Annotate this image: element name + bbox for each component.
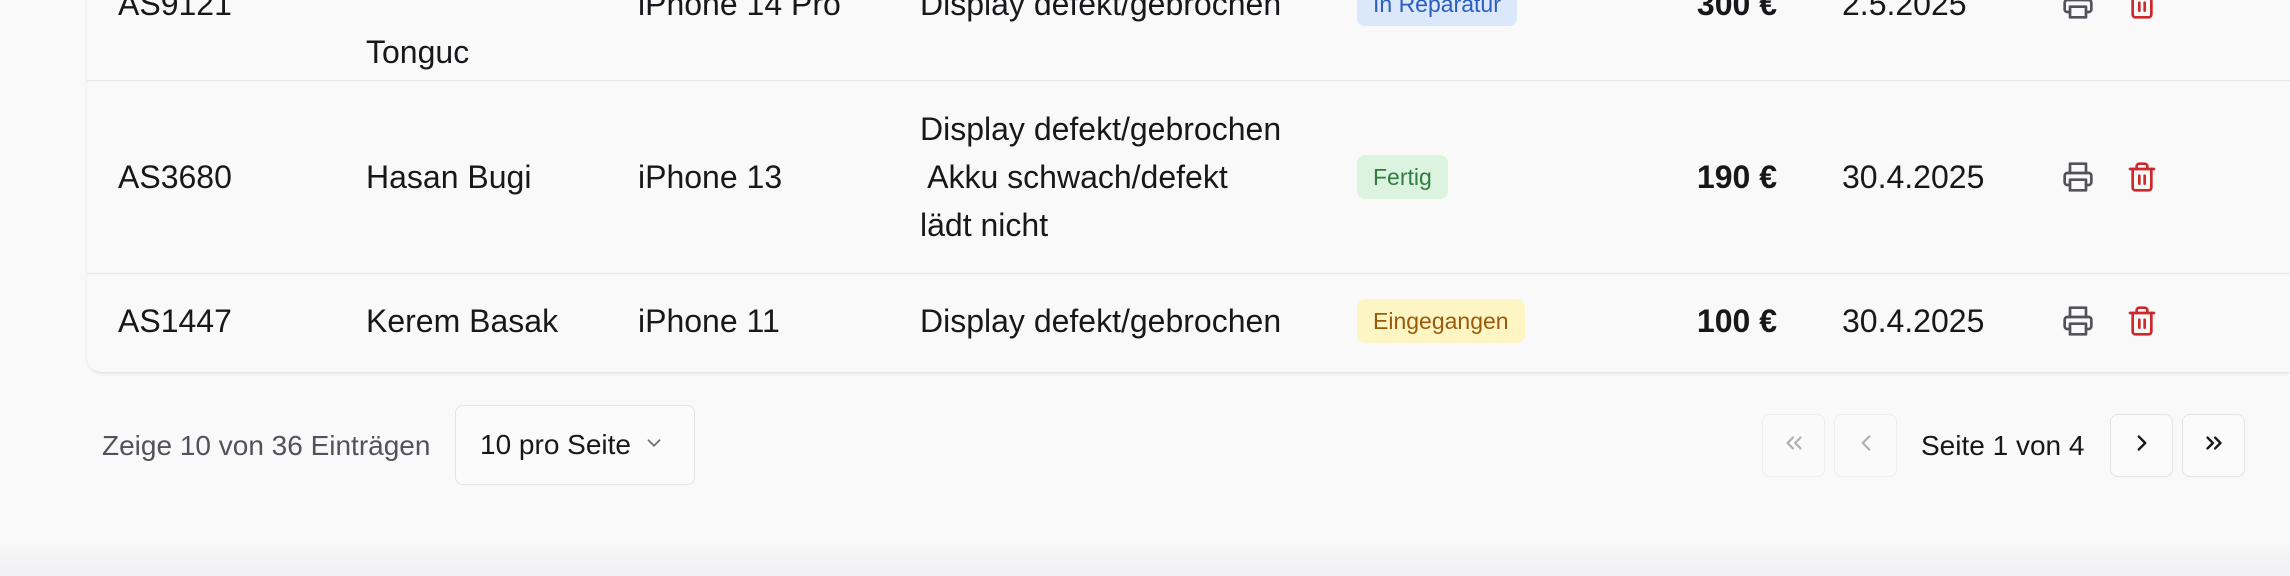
page-bottom-edge	[0, 548, 2290, 576]
first-page-button[interactable]	[1762, 414, 1825, 477]
date-cell: 30.4.2025	[1842, 303, 1985, 339]
printer-icon[interactable]	[2058, 0, 2098, 24]
orders-table: AS9121 Tonguc iPhone 14 Pro Display defe…	[87, 0, 2290, 372]
order-id-cell: AS9121	[118, 0, 232, 22]
printer-icon[interactable]	[2058, 157, 2098, 197]
printer-icon[interactable]	[2058, 301, 2098, 341]
trash-icon[interactable]	[2122, 157, 2162, 197]
device-cell: iPhone 11	[638, 303, 780, 339]
previous-page-button[interactable]	[1834, 414, 1897, 477]
chevrons-right-icon	[2201, 430, 2227, 461]
issue-cell: Display defekt/gebrochen	[920, 0, 1282, 22]
last-page-button[interactable]	[2182, 414, 2245, 477]
trash-icon[interactable]	[2122, 0, 2162, 24]
page-size-value: 10 pro Seite	[480, 429, 631, 460]
trash-icon[interactable]	[2122, 301, 2162, 341]
chevrons-left-icon	[1781, 430, 1807, 461]
issue-cell: Display defekt/gebrochen	[920, 303, 1282, 339]
order-id-cell: AS1447	[118, 303, 232, 339]
date-cell: 2.5.2025	[1842, 0, 1967, 22]
issue-cell: Display defekt/gebrochen Akku schwach/de…	[920, 111, 1282, 243]
table-row[interactable]: AS1447 Kerem Basak iPhone 11 Display def…	[87, 274, 2290, 372]
chevron-left-icon	[1853, 430, 1879, 461]
entries-count-text: Zeige 10 von 36 Einträgen	[102, 430, 431, 461]
customer-cell: Hasan Bugi	[366, 159, 532, 195]
device-cell: iPhone 14 Pro	[638, 0, 841, 22]
table-row[interactable]: AS9121 Tonguc iPhone 14 Pro Display defe…	[87, 0, 2290, 81]
device-cell: iPhone 13	[638, 159, 783, 195]
price-cell: 190 €	[1696, 159, 1777, 195]
chevron-right-icon	[2129, 430, 2155, 461]
order-id-cell: AS3680	[118, 159, 232, 195]
status-badge: In Reparatur	[1357, 0, 1517, 26]
page-info: Seite 1 von 4	[1921, 430, 2085, 461]
page-size-select[interactable]: 10 pro Seite	[455, 405, 695, 485]
date-cell: 30.4.2025	[1842, 159, 1985, 195]
status-badge: Fertig	[1357, 155, 1448, 199]
customer-cell: Tonguc	[366, 34, 470, 70]
table-row[interactable]: AS3680 Hasan Bugi iPhone 13 Display defe…	[87, 81, 2290, 274]
price-cell: 300 €	[1696, 0, 1777, 22]
next-page-button[interactable]	[2110, 414, 2173, 477]
customer-cell: Kerem Basak	[366, 303, 559, 339]
status-badge: Eingegangen	[1357, 299, 1525, 343]
price-cell: 100 €	[1696, 303, 1777, 339]
chevron-down-icon	[643, 429, 665, 461]
